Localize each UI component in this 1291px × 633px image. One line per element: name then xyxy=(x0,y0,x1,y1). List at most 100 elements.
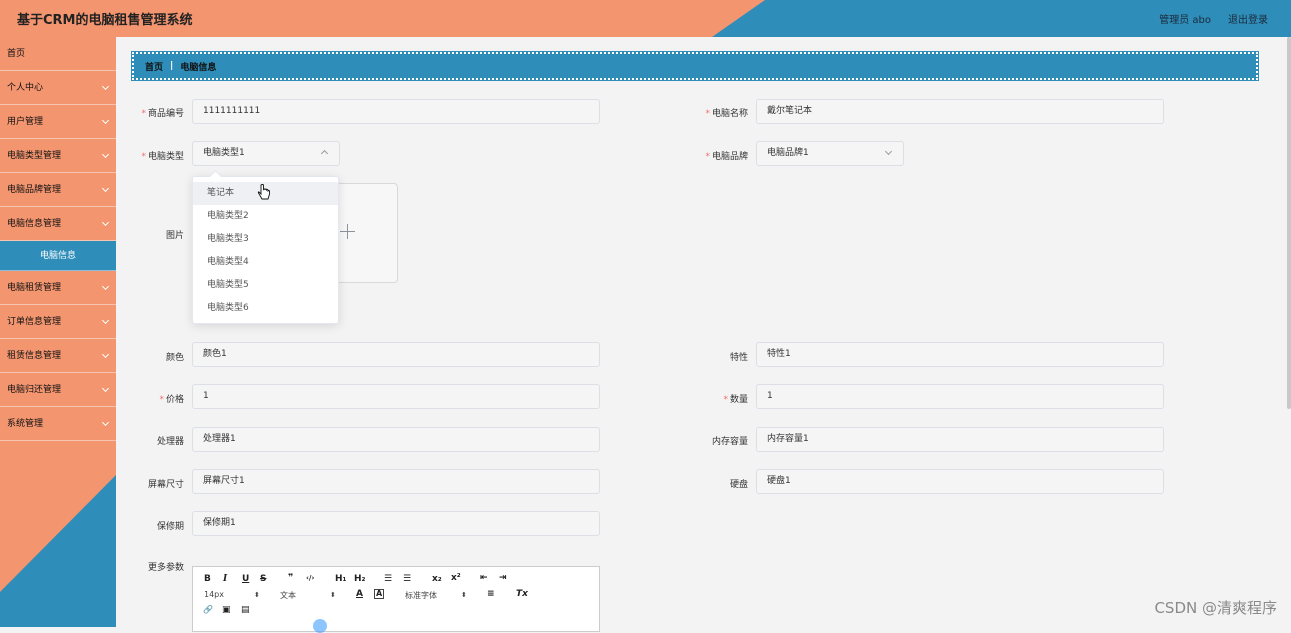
screen-input[interactable]: 屏幕尺寸1 xyxy=(192,469,600,494)
qty-input[interactable]: 1 xyxy=(756,384,1164,409)
underline-button[interactable]: U xyxy=(242,574,249,584)
cpu-input[interactable]: 处理器1 xyxy=(192,427,600,452)
sidebar-item-order-management[interactable]: 订单信息管理 xyxy=(0,305,116,339)
chevron-down-icon xyxy=(101,384,110,393)
app-title: 基于CRM的电脑租售管理系统 xyxy=(17,13,193,28)
sidebar-item-info-management[interactable]: 电脑信息管理 xyxy=(0,207,116,241)
h1-button[interactable]: H₁ xyxy=(335,574,346,584)
code-label: * 商品编号 xyxy=(141,109,184,119)
bullet-list-button[interactable]: ☰ xyxy=(403,574,411,584)
warranty-label: 保修期 xyxy=(156,522,184,532)
image-label: 图片 xyxy=(165,231,184,241)
chevron-down-icon xyxy=(101,82,110,91)
indent-button[interactable]: ⇥ xyxy=(499,573,507,583)
superscript-button[interactable]: x² xyxy=(451,573,461,583)
logout-link[interactable]: 退出登录 xyxy=(1228,11,1268,26)
chevron-down-icon xyxy=(101,184,110,193)
sidebar-item-type-management[interactable]: 电脑类型管理 xyxy=(0,139,116,173)
font-size-select[interactable]: 14px xyxy=(204,590,224,599)
plus-icon xyxy=(340,224,355,239)
feature-input[interactable]: 特性1 xyxy=(756,342,1164,367)
image-button[interactable]: ▣ xyxy=(222,605,231,615)
disk-label: 硬盘 xyxy=(729,480,748,490)
cpu-label: 处理器 xyxy=(156,437,184,447)
code-input[interactable]: 1111111111 xyxy=(192,99,600,124)
sidebar-item-label: 租赁信息管理 xyxy=(7,351,62,361)
font-size-arrow-icon: ⬍ xyxy=(254,591,260,599)
color-label: 颜色 xyxy=(165,353,184,363)
video-button[interactable]: ▤ xyxy=(241,605,250,615)
chevron-down-icon xyxy=(101,116,110,125)
sidebar-item-label: 订单信息管理 xyxy=(7,317,62,327)
chevron-down-icon xyxy=(884,147,893,156)
name-input[interactable]: 戴尔笔记本 xyxy=(756,99,1164,124)
sidebar-item-label: 电脑租赁管理 xyxy=(7,283,62,293)
dropdown-option[interactable]: 电脑类型6 xyxy=(193,297,338,320)
chevron-down-icon xyxy=(101,218,110,227)
sidebar: 首页 个人中心 用户管理 电脑类型管理 电脑品牌管理 电脑信息管理 电脑信息 电… xyxy=(0,37,116,627)
main-content: 首页 | 电脑信息 * 商品编号 1111111111 * 电脑名称 戴尔笔记本 *… xyxy=(116,37,1291,632)
outdent-button[interactable]: ⇤ xyxy=(480,573,488,583)
screen-label: 屏幕尺寸 xyxy=(147,480,184,490)
link-button[interactable]: 🔗 xyxy=(203,605,213,614)
more-params-label: 更多参数 xyxy=(147,563,184,573)
sidebar-item-label: 首页 xyxy=(7,49,26,59)
font-family-select[interactable]: 标准字体 xyxy=(405,590,437,601)
memory-input[interactable]: 内存容量1 xyxy=(756,427,1164,452)
color-input[interactable]: 颜色1 xyxy=(192,342,600,367)
header-select[interactable]: 文本 xyxy=(280,590,296,601)
clear-format-button[interactable]: Tx xyxy=(516,589,528,599)
sidebar-item-label: 系统管理 xyxy=(7,419,44,429)
sidebar-item-lease-management[interactable]: 租赁信息管理 xyxy=(0,339,116,373)
type-select-value: 电脑类型1 xyxy=(203,148,245,158)
h2-button[interactable]: H₂ xyxy=(354,574,365,584)
sidebar-item-label: 个人中心 xyxy=(7,83,44,93)
italic-button[interactable]: I xyxy=(223,574,227,584)
price-label: * 价格 xyxy=(159,395,184,405)
sidebar-item-rental-management[interactable]: 电脑租赁管理 xyxy=(0,271,116,305)
strike-button[interactable]: S xyxy=(260,574,266,584)
sidebar-item-label: 电脑品牌管理 xyxy=(7,185,62,195)
type-label: * 电脑类型 xyxy=(141,152,184,162)
memory-label: 内存容量 xyxy=(711,437,748,447)
page-scrollbar[interactable] xyxy=(1287,37,1291,409)
sidebar-item-user-management[interactable]: 用户管理 xyxy=(0,105,116,139)
bold-button[interactable]: B xyxy=(204,574,211,584)
sidebar-item-system-management[interactable]: 系统管理 xyxy=(0,407,116,441)
sidebar-item-home[interactable]: 首页 xyxy=(0,37,116,71)
header-arrow-icon: ⬍ xyxy=(330,591,336,599)
dropdown-option[interactable]: 电脑类型2 xyxy=(193,205,338,228)
sidebar-item-return-management[interactable]: 电脑归还管理 xyxy=(0,373,116,407)
chevron-down-icon xyxy=(101,150,110,159)
rich-text-editor[interactable]: B I U S ❞ ‹/› H₁ H₂ ☰ ☰ x₂ x² ⇤ ⇥ 14px ⬍… xyxy=(192,566,600,632)
background-color-button[interactable]: A xyxy=(374,589,385,599)
quote-button[interactable]: ❞ xyxy=(288,573,293,583)
header-salmon-band xyxy=(0,0,765,37)
price-input[interactable]: 1 xyxy=(192,384,600,409)
align-button[interactable]: ≡ xyxy=(487,589,495,599)
warranty-input[interactable]: 保修期1 xyxy=(192,511,600,536)
code-button[interactable]: ‹/› xyxy=(306,574,314,582)
sidebar-subitem-computer-info[interactable]: 电脑信息 xyxy=(0,241,116,271)
disk-input[interactable]: 硬盘1 xyxy=(756,469,1164,494)
admin-user-link[interactable]: 管理员 abo xyxy=(1159,11,1211,26)
brand-select-value: 电脑品牌1 xyxy=(767,148,809,158)
ordered-list-button[interactable]: ☰ xyxy=(384,574,392,584)
brand-select[interactable]: 电脑品牌1 xyxy=(756,141,904,166)
chevron-down-icon xyxy=(101,316,110,325)
qty-label: * 数量 xyxy=(723,395,748,405)
dropdown-option[interactable]: 电脑类型3 xyxy=(193,228,338,251)
sidebar-item-brand-management[interactable]: 电脑品牌管理 xyxy=(0,173,116,207)
font-color-button[interactable]: A xyxy=(356,589,363,599)
sidebar-menu: 首页 个人中心 用户管理 电脑类型管理 电脑品牌管理 电脑信息管理 电脑信息 电… xyxy=(0,37,116,441)
top-header: 基于CRM的电脑租售管理系统 管理员 abo 退出登录 xyxy=(0,0,1291,37)
type-select[interactable]: 电脑类型1 xyxy=(192,141,340,166)
breadcrumb-home[interactable]: 首页 xyxy=(145,60,163,73)
sidebar-item-personal-center[interactable]: 个人中心 xyxy=(0,71,116,105)
chevron-down-icon xyxy=(101,282,110,291)
dropdown-option[interactable]: 电脑类型4 xyxy=(193,251,338,274)
sidebar-item-label: 电脑归还管理 xyxy=(7,385,62,395)
subscript-button[interactable]: x₂ xyxy=(432,574,442,584)
dropdown-option[interactable]: 电脑类型5 xyxy=(193,274,338,297)
breadcrumb-current: 电脑信息 xyxy=(180,62,217,73)
